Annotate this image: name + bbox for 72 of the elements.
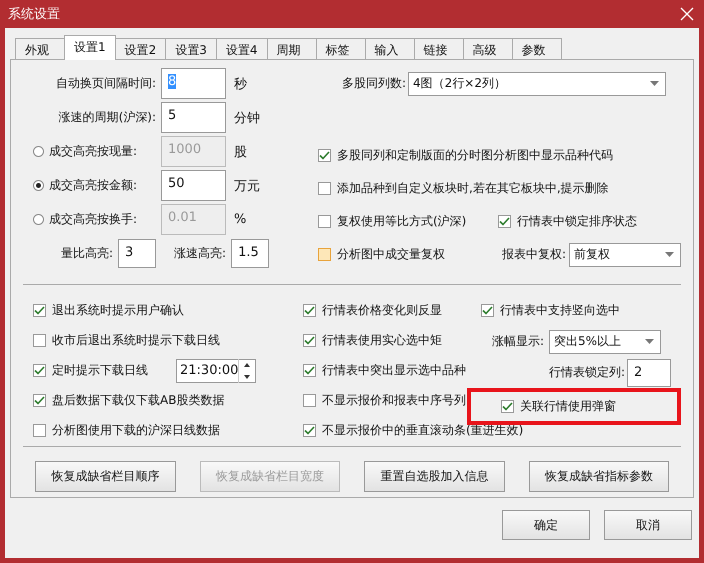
window-title: 系统设置 [8, 6, 60, 23]
checkbox[interactable] [303, 424, 316, 438]
checkbox[interactable] [303, 334, 316, 347]
checkbox-label: 复权使用等比方式(沪深) [337, 213, 466, 230]
input-field[interactable]: 5 [161, 102, 226, 133]
checkbox-label: 多股同列和定制版面的分时图分析图中显示品种代码 [337, 147, 613, 164]
checkbox[interactable] [303, 364, 316, 377]
tab[interactable]: 设置1 [64, 35, 116, 60]
action-button[interactable]: 恢复成缺省栏目顺序 [35, 461, 176, 492]
field-label: 涨幅显示: [492, 333, 544, 350]
checkbox-label: 盘后数据下载仅下载AB股类数据 [52, 392, 224, 410]
field-label: 成交高亮按金额: [49, 177, 138, 194]
input-field[interactable]: 50 [161, 170, 226, 201]
tab[interactable]: 外观 [15, 38, 65, 60]
checkbox-label: 行情表中锁定排序状态 [517, 213, 637, 230]
checkbox[interactable] [33, 304, 46, 317]
checkbox[interactable] [303, 304, 316, 317]
action-button[interactable]: 恢复成缺省指标参数 [528, 461, 669, 492]
field-label: 成交高亮按换手: [49, 211, 138, 228]
checkbox-label: 分析图使用下载的沪深日线数据 [52, 422, 220, 440]
checkbox[interactable] [481, 304, 494, 317]
checkbox-label: 收市后退出系统时提示下载日线 [52, 332, 220, 349]
caret-icon [665, 252, 674, 257]
checkbox[interactable] [318, 215, 331, 228]
input-field[interactable]: 3 [118, 239, 156, 268]
unit-label: 万元 [234, 178, 260, 194]
input-field[interactable]: 2 [627, 358, 671, 386]
dropdown[interactable]: 前复权 [569, 242, 681, 266]
dropdown[interactable]: 4图（2行×2列） [408, 72, 666, 96]
close-icon[interactable] [680, 7, 694, 21]
checkbox-label: 定时提示下载日线 [52, 362, 148, 379]
checkbox[interactable] [303, 394, 316, 408]
unit-label: 股 [234, 144, 247, 160]
action-button[interactable]: 重置自选股加入信息 [364, 461, 504, 492]
field-label: 多股同列数: [340, 75, 407, 92]
caret-icon [650, 81, 659, 86]
caret-icon [645, 339, 654, 344]
tab[interactable]: 参数 [512, 38, 562, 60]
checkbox-label: 添加品种到自定义板块时,若在其它板块中,提示删除 [337, 180, 609, 197]
time-field[interactable]: 21:30:00 [176, 358, 256, 382]
field-label: 量比高亮: [61, 245, 114, 262]
unit-label: % [234, 212, 246, 227]
checkbox-label: 分析图中成交量复权 [337, 246, 445, 263]
dialog-button[interactable]: 取消 [604, 510, 692, 540]
field-label: 自动换页间隔时间: [54, 75, 157, 92]
field-label: 行情表锁定列: [548, 364, 625, 381]
radio-button[interactable] [33, 180, 44, 191]
checkbox[interactable] [33, 394, 46, 408]
checkbox-label: 不显示报价和报表中序号列 [322, 392, 466, 410]
checkbox[interactable] [33, 424, 46, 438]
field-label: 报表中复权: [502, 246, 566, 263]
checkbox-label: 行情表使用实心选中矩 [322, 332, 442, 349]
dialog-button[interactable]: 确定 [502, 510, 590, 540]
checkbox-label: 行情表价格变化则反显 [322, 302, 442, 319]
field-label: 成交高亮按现量: [49, 143, 138, 160]
field-label: 涨速高亮: [174, 245, 226, 262]
checkbox-label: 行情表中突出显示选中品种 [322, 362, 466, 379]
checkbox[interactable] [498, 215, 511, 228]
checkbox[interactable] [33, 334, 46, 347]
checkbox[interactable] [33, 364, 46, 377]
checkbox[interactable] [318, 248, 331, 261]
checkbox-label: 关联行情使用弹窗 [520, 398, 616, 415]
unit-label: 分钟 [234, 110, 260, 126]
checkbox[interactable] [501, 400, 514, 413]
dropdown[interactable]: 突出5%以上 [549, 330, 661, 354]
input-field[interactable]: 1.5 [231, 239, 270, 268]
checkbox-label: 行情表中支持竖向选中 [500, 302, 620, 319]
field-label: 涨速的周期(沪深): [58, 109, 157, 126]
checkbox[interactable] [318, 182, 331, 195]
unit-label: 秒 [234, 76, 247, 92]
checkbox-label: 退出系统时提示用户确认 [52, 302, 184, 319]
checkbox[interactable] [318, 149, 331, 162]
